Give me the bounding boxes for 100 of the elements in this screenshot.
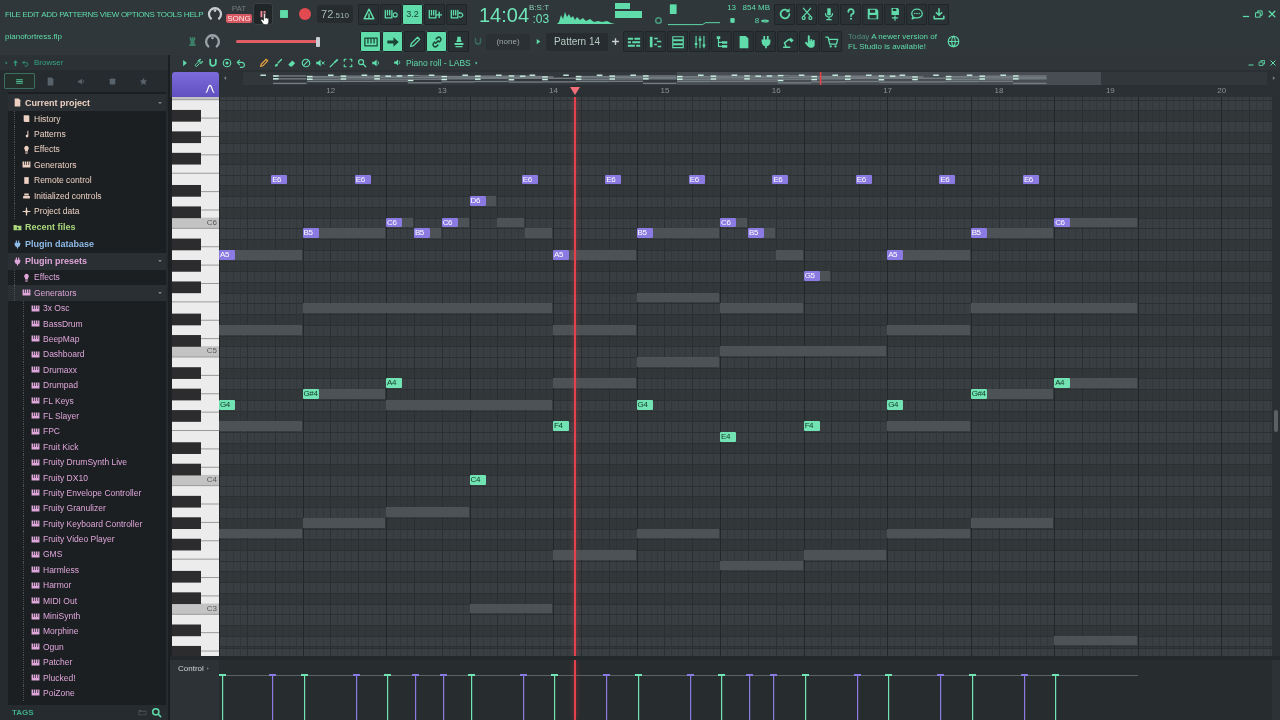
pattern-song-switch[interactable]: PAT SONG	[225, 3, 253, 25]
note[interactable]: E6	[855, 174, 872, 185]
tree-item[interactable]: Initialized controls	[8, 187, 166, 204]
note[interactable]: E6	[939, 174, 956, 185]
velocity-bar[interactable]	[411, 674, 419, 720]
toolbar-button[interactable]	[623, 31, 644, 52]
ghost-note[interactable]	[429, 228, 441, 239]
tower-icon[interactable]	[187, 35, 198, 48]
tree-item[interactable]: Drumpad	[8, 377, 166, 393]
caret-down-icon[interactable]	[157, 99, 163, 106]
playhead-marker[interactable]	[569, 87, 580, 95]
note[interactable]: E6	[605, 174, 622, 185]
toggle-button[interactable]: 3.2	[402, 3, 423, 25]
restore-icon[interactable]	[1258, 58, 1266, 67]
menu-item[interactable]: ADD	[41, 9, 58, 19]
note[interactable]: G#4	[970, 389, 987, 399]
velocity-bar[interactable]	[937, 674, 945, 720]
velocity-bar[interactable]	[1052, 674, 1060, 720]
scroll-thumb[interactable]	[1274, 410, 1278, 432]
velocity-bar[interactable]	[718, 674, 726, 720]
menu-item[interactable]: TOOLS	[156, 9, 182, 19]
toolbar-button[interactable]	[711, 31, 732, 52]
menu-item[interactable]: OPTIONS	[120, 9, 155, 19]
note[interactable]: F4	[803, 421, 820, 432]
tree-item[interactable]: Fruity Video Player	[8, 531, 166, 547]
velocity-bar[interactable]	[968, 674, 976, 720]
tree-item[interactable]: FL Slayer	[8, 408, 166, 424]
note[interactable]: E6	[772, 174, 789, 185]
velocity-bar[interactable]	[439, 674, 447, 720]
select-icon[interactable]	[343, 57, 353, 68]
note[interactable]: A5	[887, 249, 904, 260]
tree-item[interactable]: Patterns	[8, 126, 166, 142]
restore-icon[interactable]	[1254, 9, 1264, 19]
velocity-bar[interactable]	[269, 674, 277, 720]
tool-button[interactable]	[404, 31, 425, 52]
magnet-icon[interactable]	[208, 57, 218, 68]
close-icon[interactable]	[1269, 58, 1277, 67]
note[interactable]: B5	[970, 228, 987, 239]
note[interactable]: E6	[271, 174, 288, 185]
note[interactable]: A4	[386, 378, 403, 389]
tool-button[interactable]	[448, 31, 469, 52]
velocity-bar[interactable]	[519, 674, 527, 720]
note[interactable]: F4	[553, 421, 570, 432]
toolbar-button[interactable]	[862, 3, 884, 25]
note[interactable]: G4	[636, 399, 653, 410]
note[interactable]: E4	[720, 432, 737, 442]
caret-right-icon[interactable]	[473, 59, 479, 66]
search-icon[interactable]	[151, 707, 162, 718]
note[interactable]: E6	[521, 174, 538, 185]
stop-icon[interactable]	[277, 7, 291, 21]
velocity-bar[interactable]	[634, 674, 642, 720]
velocity-bar[interactable]	[384, 674, 392, 720]
velocity-bar[interactable]	[467, 674, 475, 720]
tree-item[interactable]: PoiZone	[8, 685, 166, 701]
speaker-icon[interactable]	[371, 57, 381, 68]
tree-item[interactable]: Fruity Envelope Controller	[8, 485, 166, 501]
globe-icon[interactable]	[947, 35, 960, 48]
tree-item[interactable]: Dashboard	[8, 346, 166, 363]
velocity-bar[interactable]	[745, 674, 753, 720]
tree-item[interactable]: Harmless	[8, 562, 166, 578]
tree-item[interactable]: Harmor	[8, 577, 166, 593]
control-selector[interactable]: Control	[178, 664, 210, 673]
tags-label[interactable]: TAGS	[12, 708, 34, 717]
plus-icon[interactable]	[611, 37, 620, 46]
tree-item[interactable]: Drumaxx	[8, 362, 166, 378]
toggle-button[interactable]	[446, 3, 467, 25]
tree-item[interactable]: Fruity DX10	[8, 469, 166, 486]
ghost-note[interactable]	[457, 217, 469, 228]
speaker-mute-icon[interactable]	[315, 57, 325, 68]
tool-button[interactable]	[382, 31, 403, 52]
toolbar-button[interactable]	[645, 31, 666, 52]
note[interactable]: D6	[469, 196, 486, 206]
tree-item[interactable]: Effects	[8, 141, 166, 158]
ghost-note[interactable]	[569, 249, 636, 260]
piano-keyboard[interactable]	[172, 97, 219, 656]
note[interactable]: G#4	[302, 389, 319, 399]
wrench-icon[interactable]	[194, 57, 204, 68]
toolbar-button[interactable]	[774, 3, 796, 25]
toggle-button[interactable]	[358, 3, 379, 25]
velocity-bar[interactable]	[1020, 674, 1028, 720]
note[interactable]: C6	[720, 217, 737, 228]
note[interactable]: A5	[219, 249, 235, 260]
toolbar-button[interactable]	[777, 31, 798, 52]
tree-item[interactable]: Remote control	[8, 172, 166, 188]
knife-icon[interactable]	[329, 57, 339, 68]
menu-item[interactable]: HELP	[183, 9, 204, 19]
tree-item[interactable]: Generators	[8, 285, 166, 301]
velocity-bar[interactable]	[801, 674, 809, 720]
menu-item[interactable]: VIEW	[99, 9, 119, 19]
tree-item[interactable]: Ogun	[8, 639, 166, 655]
note[interactable]: B5	[413, 228, 430, 239]
toolbar-button[interactable]	[840, 3, 862, 25]
note[interactable]: B5	[636, 228, 653, 239]
ghost-note[interactable]	[819, 271, 831, 281]
note[interactable]: E6	[1022, 174, 1039, 185]
velocity-bar[interactable]	[885, 674, 893, 720]
tree-item[interactable]: MiniSynth	[8, 608, 166, 624]
toolbar-button[interactable]	[818, 3, 840, 25]
caret-down-icon[interactable]	[157, 258, 163, 265]
toolbar-button[interactable]	[906, 3, 928, 25]
